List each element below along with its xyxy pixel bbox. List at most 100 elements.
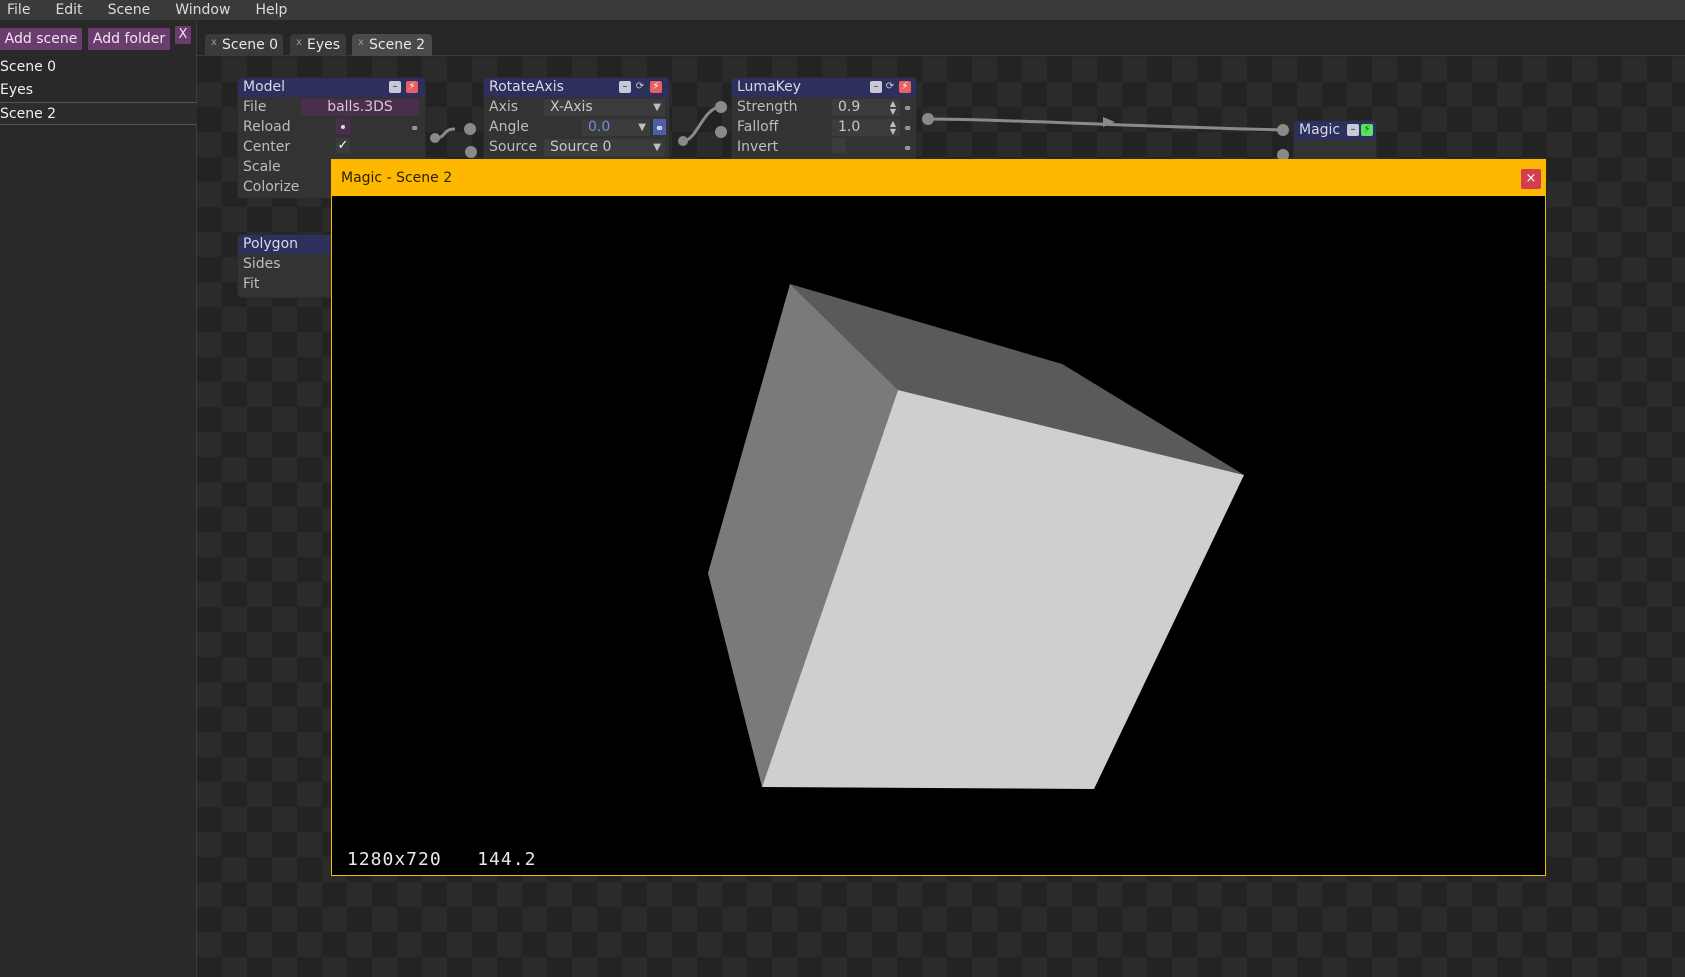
tab-eyes[interactable]: x Eyes bbox=[290, 34, 346, 56]
node-polygon[interactable]: Polygon Sides Fit bbox=[238, 235, 338, 297]
tab-scene-0[interactable]: x Scene 0 bbox=[205, 34, 283, 56]
source-select[interactable]: Source 0 ▼ bbox=[544, 139, 665, 156]
preview-title-bar[interactable]: Magic - Scene 2 × bbox=[332, 160, 1545, 196]
param-source: Source Source 0 ▼ bbox=[484, 137, 669, 157]
node-rotateaxis[interactable]: RotateAxis – ⟳ ⚡ Axis X-Axis ▼ Angle 0.0… bbox=[484, 78, 669, 164]
param-label: Scale bbox=[243, 159, 281, 175]
fps-readout: 144.2 bbox=[477, 849, 537, 870]
node-header[interactable]: RotateAxis – ⟳ ⚡ bbox=[484, 78, 669, 97]
node-header[interactable]: LumaKey – ⟳ ⚡ bbox=[732, 78, 916, 97]
menu-scene[interactable]: Scene bbox=[101, 0, 159, 20]
param-sides: Sides bbox=[238, 254, 338, 274]
scene-tab-bar: x Scene 0 x Eyes x Scene 2 bbox=[197, 20, 1685, 56]
node-magic[interactable]: Magic – ⚡ bbox=[1294, 121, 1376, 161]
node-title: Polygon bbox=[243, 236, 299, 252]
strength-input[interactable]: 0.9 ▲ ▼ bbox=[832, 99, 900, 116]
param-strength: Strength 0.9 ▲ ▼ ⚭ bbox=[732, 97, 916, 117]
param-label: Reload bbox=[243, 119, 291, 135]
scene-sidebar: Add scene Add folder X Scene 0 Eyes Scen… bbox=[0, 20, 197, 977]
wire-rotateaxis-lumakey bbox=[682, 105, 722, 143]
tab-close-icon[interactable]: x bbox=[211, 32, 217, 54]
refresh-icon[interactable]: ⟳ bbox=[634, 81, 646, 93]
node-title: LumaKey bbox=[737, 79, 802, 95]
node-lumakey[interactable]: LumaKey – ⟳ ⚡ Strength 0.9 ▲ ▼ ⚭ Falloff … bbox=[732, 78, 916, 164]
render-icon[interactable]: ⚡ bbox=[899, 81, 911, 93]
menu-bar: File Edit Scene Window Help bbox=[0, 0, 1685, 20]
input-value: 0.9 bbox=[838, 99, 861, 115]
rendered-cube bbox=[708, 284, 1244, 789]
param-label: Strength bbox=[737, 99, 798, 115]
wire-port bbox=[430, 133, 440, 143]
falloff-input[interactable]: 1.0 ▲ ▼ bbox=[832, 119, 900, 136]
menu-help[interactable]: Help bbox=[248, 0, 295, 20]
dropdown-arrow-icon: ▼ bbox=[653, 102, 661, 113]
render-viewport[interactable]: 1280x720 144.2 bbox=[334, 197, 1543, 874]
center-checkbox[interactable]: ✓ bbox=[336, 138, 350, 153]
scene-item-scene-2[interactable]: Scene 2 bbox=[0, 102, 197, 125]
link-icon[interactable]: ⚭ bbox=[653, 119, 666, 135]
resolution-readout: 1280x720 bbox=[347, 849, 442, 870]
add-scene-button[interactable]: Add scene bbox=[0, 28, 82, 50]
angle-input[interactable]: 0.0 ▼ bbox=[582, 119, 650, 136]
param-label: Angle bbox=[489, 119, 529, 135]
tab-close-icon[interactable]: x bbox=[358, 32, 364, 54]
close-icon[interactable]: × bbox=[1521, 169, 1541, 189]
render-icon[interactable]: ⚡ bbox=[650, 81, 662, 93]
reload-button[interactable] bbox=[336, 119, 350, 134]
tab-label: Scene 0 bbox=[222, 37, 279, 53]
tab-close-icon[interactable]: x bbox=[296, 32, 302, 54]
preview-window[interactable]: Magic - Scene 2 × 1280x720 144.2 bbox=[331, 159, 1546, 876]
dropdown-arrow-icon: ▼ bbox=[653, 142, 661, 153]
minimize-icon[interactable]: – bbox=[389, 81, 401, 93]
param-label: File bbox=[243, 99, 267, 115]
minimize-icon[interactable]: – bbox=[619, 81, 631, 93]
render-stats: 1280x720 144.2 bbox=[347, 849, 536, 870]
preview-title: Magic - Scene 2 bbox=[341, 170, 453, 186]
menu-window[interactable]: Window bbox=[168, 0, 238, 20]
invert-checkbox[interactable] bbox=[832, 138, 846, 153]
render-icon[interactable]: ⚡ bbox=[1361, 124, 1373, 136]
scene-item-eyes[interactable]: Eyes bbox=[0, 79, 197, 102]
stepper-icon[interactable]: ▲ ▼ bbox=[890, 120, 896, 136]
add-folder-button[interactable]: Add folder bbox=[88, 28, 170, 50]
wire-port bbox=[715, 126, 727, 138]
scene-item-scene-0[interactable]: Scene 0 bbox=[0, 56, 197, 79]
wire-port bbox=[465, 146, 477, 158]
node-header[interactable]: Polygon bbox=[238, 235, 338, 254]
param-falloff: Falloff 1.0 ▲ ▼ ⚭ bbox=[732, 117, 916, 137]
close-sidebar-button[interactable]: X bbox=[175, 26, 191, 44]
menu-edit[interactable]: Edit bbox=[48, 0, 90, 20]
file-input[interactable]: balls.3DS bbox=[301, 99, 419, 116]
param-angle: Angle 0.0 ▼ ⚭ bbox=[484, 117, 669, 137]
minimize-icon[interactable]: – bbox=[1347, 124, 1359, 136]
link-icon[interactable]: ⚭ bbox=[903, 99, 912, 119]
param-label: Center bbox=[243, 139, 291, 155]
minimize-icon[interactable]: – bbox=[870, 81, 882, 93]
node-header[interactable]: Magic – ⚡ bbox=[1294, 121, 1376, 140]
render-icon[interactable]: ⚡ bbox=[406, 81, 418, 93]
node-header[interactable]: Model – ⚡ bbox=[238, 78, 425, 97]
tab-label: Eyes bbox=[307, 37, 341, 53]
refresh-icon[interactable]: ⟳ bbox=[884, 81, 896, 93]
node-title: Magic bbox=[1299, 122, 1341, 138]
select-value: X-Axis bbox=[550, 99, 593, 115]
param-label: Sides bbox=[243, 256, 281, 272]
param-fit: Fit bbox=[238, 274, 338, 294]
param-label: Falloff bbox=[737, 119, 779, 135]
dropdown-arrow-icon: ▼ bbox=[638, 122, 646, 133]
wire-port bbox=[678, 136, 688, 146]
menu-file[interactable]: File bbox=[0, 0, 38, 20]
tab-label: Scene 2 bbox=[369, 37, 426, 53]
link-icon[interactable]: ⚭ bbox=[903, 119, 912, 139]
stepper-icon[interactable]: ▲ ▼ bbox=[890, 100, 896, 116]
param-label: Axis bbox=[489, 99, 519, 115]
select-value: Source 0 bbox=[550, 139, 612, 155]
link-icon[interactable]: ⚭ bbox=[410, 119, 419, 139]
param-reload: Reload ⚭ bbox=[238, 117, 425, 137]
param-label: Colorize bbox=[243, 179, 300, 195]
axis-select[interactable]: X-Axis ▼ bbox=[544, 99, 665, 116]
tab-scene-2[interactable]: x Scene 2 bbox=[352, 34, 432, 56]
scene-list: Scene 0 Eyes Scene 2 bbox=[0, 56, 197, 125]
link-icon[interactable]: ⚭ bbox=[903, 139, 912, 159]
param-label: Invert bbox=[737, 139, 779, 155]
